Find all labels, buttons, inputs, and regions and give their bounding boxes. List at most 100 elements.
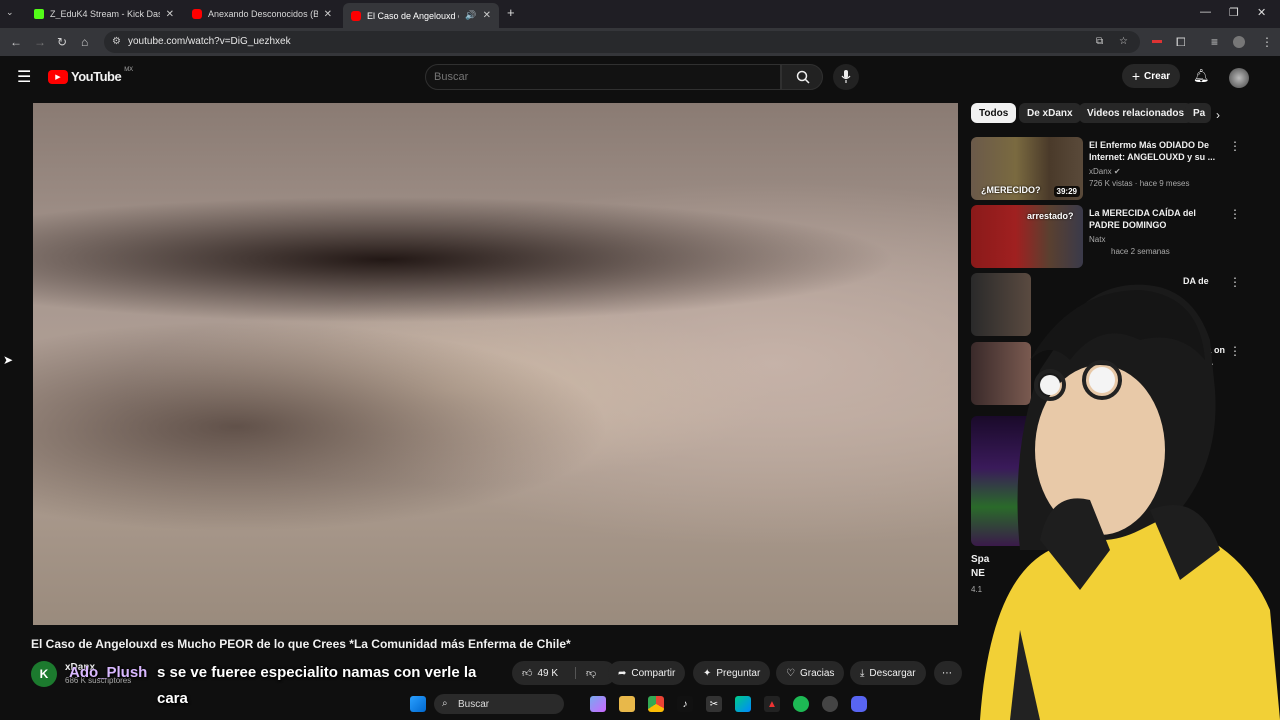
subtitle-line: cara (157, 690, 188, 707)
audio-playing-icon[interactable]: 🔊 (465, 10, 476, 21)
app-red-icon[interactable]: ▲ (764, 696, 780, 712)
edge-icon[interactable] (735, 696, 751, 712)
browser-tab-strip: ⌄ Z_EduK4 Stream - Kick Dashboard ✕ Anex… (0, 0, 1280, 28)
share-arrow-icon: ➦ (618, 667, 627, 679)
chip-related[interactable]: Videos relacionados (1079, 103, 1193, 123)
voice-search-button[interactable] (833, 64, 859, 90)
reload-icon[interactable]: ↻ (57, 35, 67, 49)
install-app-icon[interactable]: ⧉ (1096, 36, 1103, 47)
tiktok-icon[interactable]: ♪ (677, 696, 693, 712)
video-thumbnail[interactable]: ¿MERECIDO? 39:29 (971, 137, 1083, 200)
copilot-icon[interactable] (590, 696, 606, 712)
recommendation-meta: 726 K vistas · hace 9 meses (1089, 179, 1190, 188)
back-icon[interactable]: ← (10, 35, 22, 49)
search-input[interactable] (434, 71, 764, 83)
taskbar-search[interactable]: ⌕ Buscar (434, 694, 564, 714)
thumbnail-caption: arrestado? (1027, 211, 1074, 221)
tab-close-icon[interactable]: ✕ (166, 9, 174, 20)
heart-dollar-icon: ♡ (786, 667, 795, 679)
address-bar[interactable]: ⚙ youtube.com/watch?v=DiG_uezhxek ⧉ ☆ (104, 31, 1140, 53)
recommendation-title[interactable]: La MERECIDA CAÍDA del PADRE DOMINGO (1089, 207, 1227, 231)
obs-icon[interactable] (822, 696, 838, 712)
window-close-icon[interactable]: ✕ (1257, 6, 1266, 19)
hamburger-menu-icon[interactable]: ☰ (17, 67, 31, 87)
recommendation-channel[interactable]: xDanx ✔ (1089, 167, 1121, 176)
browser-menu-icon[interactable]: ⋮ (1261, 35, 1273, 49)
search-box[interactable] (425, 64, 781, 90)
thumbs-down-icon[interactable]: 👎︎ (575, 667, 596, 679)
notifications-bell-icon[interactable]: 🔔︎ (1193, 68, 1210, 84)
recommendation-channel[interactable]: Natx (1089, 235, 1105, 244)
thanks-button[interactable]: ♡ Gracias (776, 661, 845, 685)
more-actions-button[interactable]: ⋯ (934, 661, 962, 685)
account-avatar[interactable] (1229, 68, 1249, 88)
video-player[interactable] (33, 103, 958, 625)
search-icon: ⌕ (442, 698, 448, 709)
browser-tab-youtube-1[interactable]: Anexando Desconocidos (BROMA) ✕ (184, 3, 340, 25)
share-label: Compartir (631, 667, 676, 679)
recommendation-item[interactable]: ¿MERECIDO? 39:29 El Enfermo Más ODIADO D… (971, 137, 1271, 201)
tab-close-icon[interactable]: ✕ (324, 9, 332, 20)
chip-all[interactable]: Todos (971, 103, 1017, 123)
create-label: Crear (1144, 70, 1171, 82)
chip-partial[interactable]: Pa (1185, 103, 1211, 123)
discord-icon[interactable] (851, 696, 867, 712)
windows-taskbar: ⌕ Buscar ♪ ✂ ▲ (394, 688, 894, 720)
tab-close-icon[interactable]: ✕ (483, 10, 491, 21)
taskbar-search-label: Buscar (458, 698, 490, 710)
download-icon: ⤓ (860, 667, 865, 679)
capcut-icon[interactable]: ✂ (706, 696, 722, 712)
more-horizontal-icon: ⋯ (942, 667, 952, 679)
chip-from-channel[interactable]: De xDanx (1019, 103, 1081, 123)
mouse-cursor-icon: ➤ (3, 353, 14, 367)
browser-tab-kick[interactable]: Z_EduK4 Stream - Kick Dashboard ✕ (26, 3, 182, 25)
bookmark-star-icon[interactable]: ☆ (1119, 36, 1128, 47)
file-explorer-icon[interactable] (619, 696, 635, 712)
youtube-favicon-icon (192, 9, 202, 19)
plus-icon: + (1131, 68, 1141, 84)
new-tab-button[interactable]: + (507, 5, 515, 20)
create-button[interactable]: + Crear (1122, 64, 1180, 88)
chrome-icon[interactable] (648, 696, 664, 712)
forward-icon[interactable]: → (34, 35, 46, 49)
download-label: Descargar (869, 667, 916, 679)
youtube-header: ☰ ▶ YouTube MX + Crear 🔔︎ (0, 56, 1280, 98)
extensions-puzzle-icon[interactable]: ⧠ (1176, 35, 1186, 50)
chevron-right-icon[interactable]: › (1216, 108, 1220, 122)
kick-favicon-icon (34, 9, 44, 19)
browser-nav-bar: ← → ↻ ⌂ ⚙ youtube.com/watch?v=DiG_uezhxe… (0, 28, 1280, 56)
kebab-menu-icon[interactable]: ⋮ (1229, 139, 1241, 153)
windows-start-icon[interactable] (410, 696, 426, 712)
channel-text: xDanx (1089, 167, 1112, 176)
thumbs-up-icon[interactable]: 👍︎ (522, 667, 532, 679)
minimize-icon[interactable]: — (1200, 6, 1211, 18)
profile-avatar-icon[interactable] (1233, 36, 1245, 48)
browser-tab-youtube-active[interactable]: El Caso de Angelouxd es Mucho PEOR 🔊 ✕ (343, 3, 499, 28)
youtube-logo[interactable]: ▶ YouTube MX (48, 67, 133, 84)
kebab-menu-icon[interactable]: ⋮ (1229, 207, 1241, 221)
site-info-icon[interactable]: ⚙ (112, 36, 121, 47)
download-button[interactable]: ⤓ Descargar (850, 661, 926, 685)
youtube-play-logo-icon: ▶ (48, 69, 68, 84)
channel-avatar[interactable]: K (31, 661, 57, 687)
youtube-favicon-icon (351, 10, 361, 21)
search-button[interactable] (781, 64, 823, 90)
spotify-icon[interactable] (793, 696, 809, 712)
subtitle-line: s se ve fueree especialito namas con ver… (157, 664, 477, 681)
extension-red-icon[interactable]: ▬ (1152, 35, 1162, 46)
ask-label: Preguntar (716, 667, 761, 679)
home-icon[interactable]: ⌂ (81, 35, 88, 49)
ask-button[interactable]: ✦ Preguntar (693, 661, 771, 685)
tab-title: Z_EduK4 Stream - Kick Dashboard (50, 9, 160, 19)
sparkle-icon: ✦ (703, 667, 712, 679)
recommendation-title[interactable]: El Enfermo Más ODIADO De Internet: ANGEL… (1089, 139, 1227, 163)
tab-title: Anexando Desconocidos (BROMA) (208, 9, 318, 19)
url-text[interactable]: youtube.com/watch?v=DiG_uezhxek (128, 36, 291, 47)
tab-list-icon[interactable]: ⌄ (6, 7, 14, 18)
vtuber-avatar-overlay (980, 284, 1280, 720)
restore-icon[interactable]: ❐ (1229, 6, 1239, 19)
thumbnail-caption: ¿MERECIDO? (981, 185, 1041, 195)
share-button[interactable]: ➦ Compartir (608, 661, 686, 685)
like-count[interactable]: 49 K (537, 668, 558, 679)
media-controls-icon[interactable]: ≡ (1211, 35, 1218, 49)
